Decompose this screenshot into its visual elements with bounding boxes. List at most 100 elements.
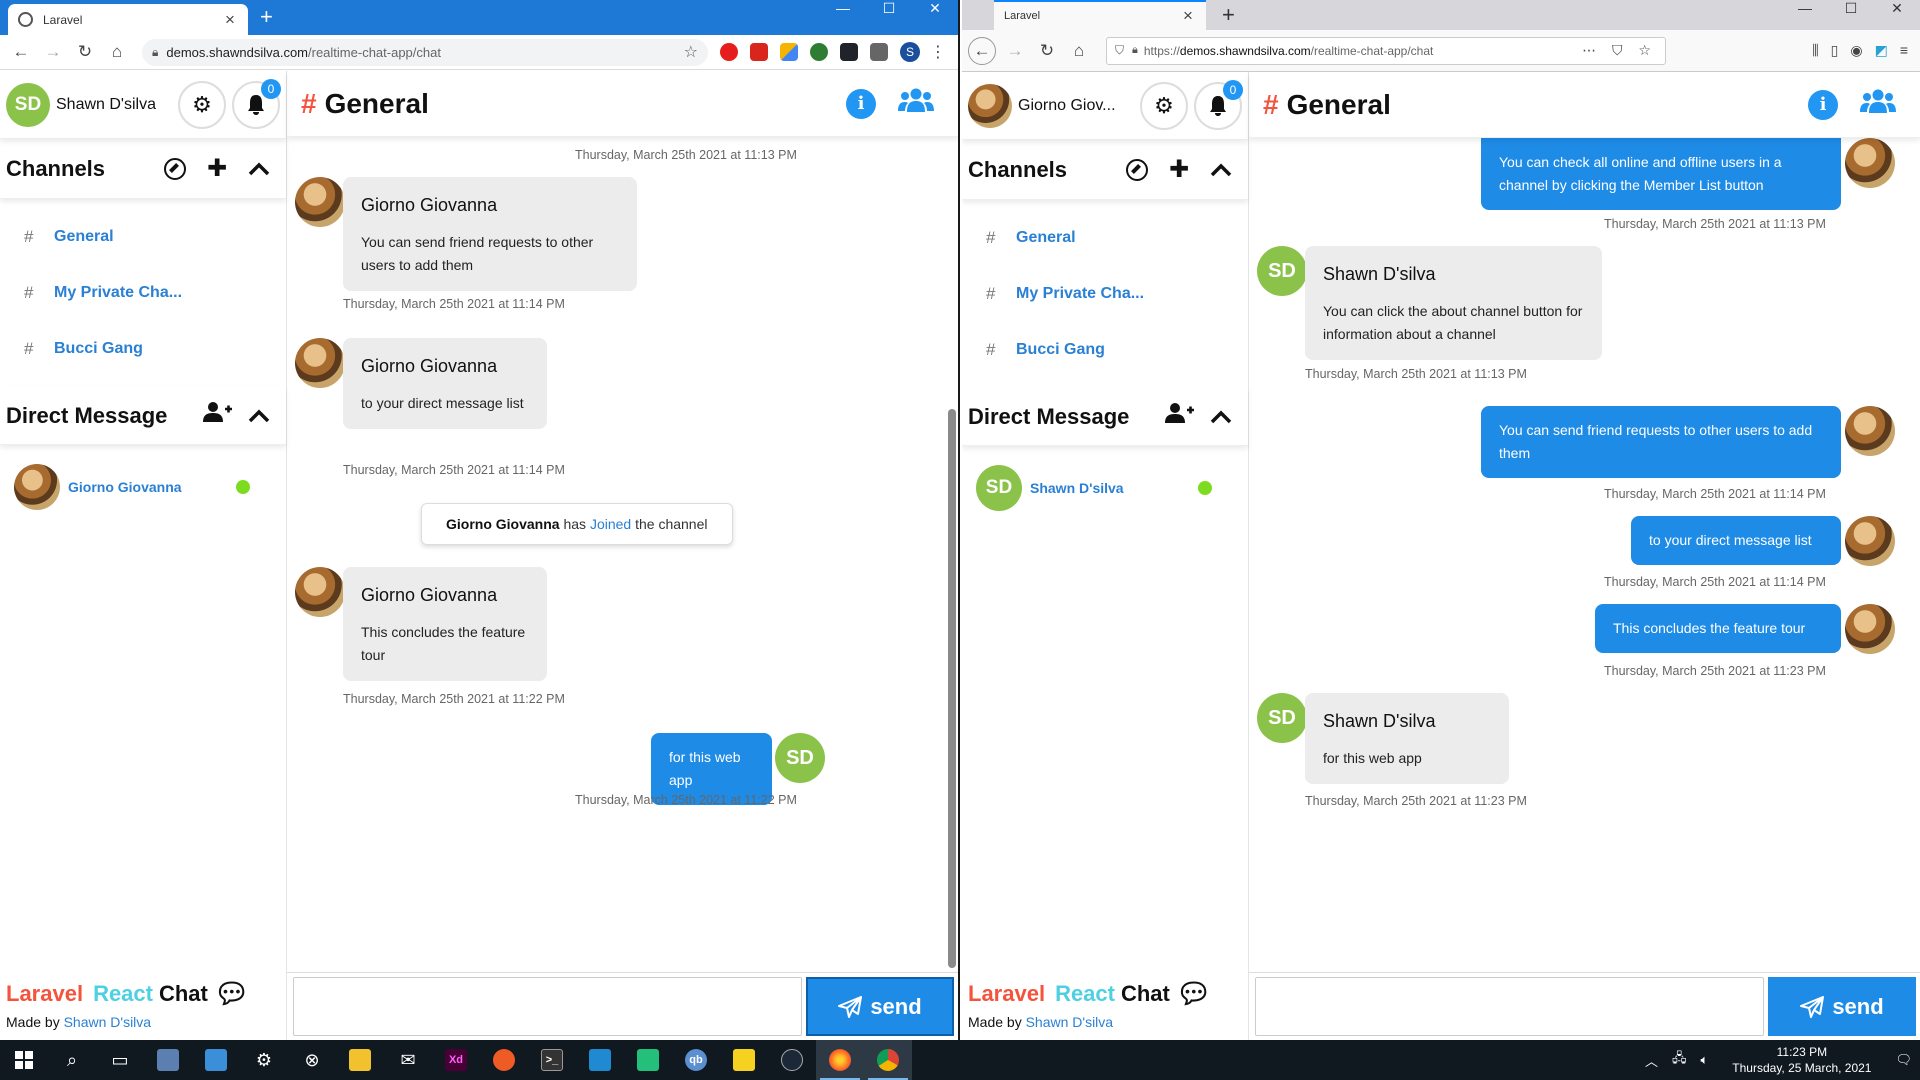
channel-item-general[interactable]: # General bbox=[0, 209, 286, 265]
avatar[interactable]: SD bbox=[6, 82, 50, 127]
notifications-button[interactable]: 0 bbox=[232, 78, 281, 129]
member-list-button[interactable] bbox=[898, 87, 934, 120]
collapse-dm-button[interactable] bbox=[1200, 403, 1242, 431]
channel-item-bucci-gang[interactable]: # Bucci Gang bbox=[0, 321, 286, 377]
maximize-button[interactable]: ☐ bbox=[866, 0, 912, 30]
extension-adblock-icon[interactable] bbox=[750, 43, 768, 61]
taskbar-app-player[interactable] bbox=[720, 1040, 768, 1080]
author-link[interactable]: Shawn D'silva bbox=[64, 1014, 152, 1030]
collapse-channels-button[interactable] bbox=[238, 155, 280, 183]
channel-item-general[interactable]: # General bbox=[962, 210, 1248, 266]
close-tab-icon[interactable]: × bbox=[1180, 6, 1196, 26]
taskbar-app-terminal[interactable]: >_ bbox=[528, 1040, 576, 1080]
message-input[interactable] bbox=[1255, 977, 1764, 1036]
about-channel-button[interactable]: i bbox=[1808, 89, 1838, 120]
task-view-button[interactable]: ▭ bbox=[96, 1040, 144, 1080]
back-button[interactable]: ← bbox=[8, 42, 34, 62]
lock-icon: 🔒︎ bbox=[152, 44, 159, 59]
profile-avatar[interactable]: S bbox=[900, 42, 920, 62]
network-icon[interactable]: 🖧︎ bbox=[1672, 1049, 1687, 1071]
taskbar-app-vm[interactable] bbox=[144, 1040, 192, 1080]
add-channel-button[interactable]: ✚ bbox=[196, 154, 238, 183]
taskbar-app-file-explorer[interactable] bbox=[336, 1040, 384, 1080]
taskbar-app-adobe-xd[interactable]: Xd bbox=[432, 1040, 480, 1080]
explore-channels-button[interactable] bbox=[1116, 156, 1158, 184]
extension-opera-icon[interactable] bbox=[720, 43, 738, 61]
send-button[interactable]: send bbox=[1768, 977, 1916, 1036]
taskbar-app-settings[interactable]: ⚙ bbox=[240, 1040, 288, 1080]
taskbar-app-xbox[interactable]: ⊗ bbox=[288, 1040, 336, 1080]
forward-button[interactable]: → bbox=[40, 42, 66, 62]
taskbar-app-steam[interactable] bbox=[768, 1040, 816, 1080]
collapse-dm-button[interactable] bbox=[238, 402, 280, 430]
add-friend-button[interactable] bbox=[1158, 402, 1200, 431]
clock[interactable]: 11:23 PM Thursday, 25 March, 2021 bbox=[1722, 1044, 1881, 1076]
search-button[interactable]: ⌕ bbox=[48, 1040, 96, 1080]
maximize-button[interactable]: ☐ bbox=[1828, 0, 1874, 30]
extension-color-icon[interactable] bbox=[780, 43, 798, 61]
sidebar: SD Shawn D'silva ⚙ 0 Channels ✚ # Genera… bbox=[0, 71, 287, 1040]
menu-kebab-icon[interactable]: ⋮ bbox=[930, 42, 946, 62]
taskbar-app-explorer-blue[interactable] bbox=[192, 1040, 240, 1080]
forward-button[interactable]: → bbox=[1002, 41, 1028, 61]
chevron-up-icon[interactable]: ︿ bbox=[1645, 1051, 1658, 1070]
reload-button[interactable]: ↻ bbox=[72, 42, 98, 62]
send-button[interactable]: send bbox=[806, 977, 954, 1036]
close-tab-icon[interactable]: × bbox=[222, 10, 238, 30]
start-button[interactable] bbox=[0, 1040, 48, 1080]
avatar[interactable] bbox=[968, 83, 1012, 128]
about-channel-button[interactable]: i bbox=[846, 88, 876, 119]
firefox-tab[interactable]: Laravel × bbox=[994, 0, 1206, 30]
bookmark-star-icon[interactable]: ☆ bbox=[684, 42, 698, 62]
extension-icon[interactable]: ◩ bbox=[1875, 42, 1888, 59]
minimize-button[interactable]: — bbox=[1782, 0, 1828, 30]
new-tab-button[interactable]: + bbox=[260, 4, 273, 30]
notifications-button[interactable]: 0 bbox=[1194, 79, 1243, 130]
account-icon[interactable]: ◉ bbox=[1850, 42, 1862, 59]
library-icon[interactable]: ⫼ bbox=[1812, 42, 1818, 59]
address-bar[interactable]: 🔒︎ demos.shawndsilva.com /realtime-chat-… bbox=[142, 38, 708, 66]
taskbar-app-chrome[interactable] bbox=[864, 1040, 912, 1080]
channel-item-bucci-gang[interactable]: # Bucci Gang bbox=[962, 322, 1248, 378]
hamburger-menu-icon[interactable]: ≡ bbox=[1900, 42, 1908, 59]
channel-item-private[interactable]: # My Private Cha... bbox=[962, 266, 1248, 322]
taskbar-app-mail[interactable]: ✉ bbox=[384, 1040, 432, 1080]
page-actions[interactable]: ⋯ ⛉ ☆ bbox=[1582, 42, 1657, 59]
close-window-button[interactable]: ✕ bbox=[1874, 0, 1920, 30]
settings-button[interactable]: ⚙ bbox=[178, 80, 226, 129]
back-button[interactable]: ← bbox=[968, 36, 996, 65]
taskbar-app-vscode[interactable] bbox=[576, 1040, 624, 1080]
taskbar-app-vscode-insiders[interactable] bbox=[624, 1040, 672, 1080]
scroll-thumb[interactable] bbox=[948, 409, 956, 968]
home-button[interactable]: ⌂ bbox=[1066, 41, 1092, 61]
collapse-channels-button[interactable] bbox=[1200, 156, 1242, 184]
sidebar-icon[interactable]: ▯ bbox=[1831, 42, 1839, 59]
notifications-icon[interactable]: 🗨︎ bbox=[1895, 1052, 1912, 1068]
explore-channels-button[interactable] bbox=[154, 155, 196, 183]
message-input[interactable] bbox=[293, 977, 802, 1036]
taskbar-app-postman[interactable] bbox=[480, 1040, 528, 1080]
reload-button[interactable]: ↻ bbox=[1034, 41, 1060, 61]
dm-item-shawn[interactable]: SD Shawn D'silva bbox=[962, 460, 1248, 516]
extension-react-icon[interactable] bbox=[840, 43, 858, 61]
minimize-button[interactable]: — bbox=[820, 0, 866, 30]
volume-icon[interactable]: 🔈︎ bbox=[1700, 1052, 1708, 1068]
address-bar[interactable]: ⛉ 🔒︎ https:// demos.shawndsilva.com /rea… bbox=[1106, 36, 1666, 65]
author-link[interactable]: Shawn D'silva bbox=[1026, 1014, 1114, 1030]
close-window-button[interactable]: ✕ bbox=[912, 0, 958, 30]
new-tab-button[interactable]: + bbox=[1222, 2, 1235, 28]
settings-button[interactable]: ⚙ bbox=[1140, 81, 1188, 130]
taskbar-app-qbittorrent[interactable]: qb bbox=[672, 1040, 720, 1080]
extensions-puzzle-icon[interactable] bbox=[870, 43, 888, 61]
avatar: SD bbox=[1257, 246, 1307, 296]
dm-item-giorno[interactable]: Giorno Giovanna bbox=[0, 459, 286, 515]
member-list-button[interactable] bbox=[1860, 88, 1896, 121]
scrollbar[interactable] bbox=[946, 141, 956, 968]
add-channel-button[interactable]: ✚ bbox=[1158, 155, 1200, 184]
home-button[interactable]: ⌂ bbox=[104, 42, 130, 62]
channel-item-private[interactable]: # My Private Cha... bbox=[0, 265, 286, 321]
extension-globe-icon[interactable] bbox=[810, 43, 828, 61]
add-friend-button[interactable] bbox=[196, 401, 238, 430]
taskbar-app-firefox[interactable] bbox=[816, 1040, 864, 1080]
chrome-tab[interactable]: Laravel × bbox=[8, 4, 248, 35]
